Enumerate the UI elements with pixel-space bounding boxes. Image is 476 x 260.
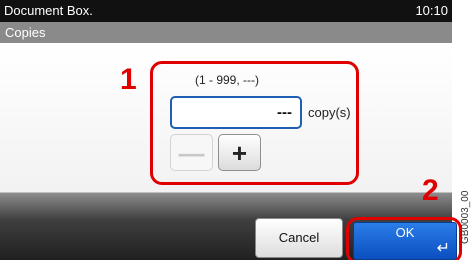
decrement-button[interactable]: — <box>170 134 213 171</box>
cancel-button[interactable]: Cancel <box>255 218 343 258</box>
range-hint: (1 - 999, ---) <box>195 73 260 87</box>
figure-code: GB0003_00 <box>460 190 471 244</box>
copies-value: --- <box>277 104 292 121</box>
plus-icon: + <box>231 138 248 168</box>
cancel-label: Cancel <box>278 230 320 245</box>
callout-number-1: 1 <box>120 63 137 96</box>
clock: 10:10 <box>415 3 448 18</box>
ok-button[interactable]: OK ↵ <box>353 222 457 260</box>
subheader-bar: Copies <box>0 22 452 43</box>
enter-icon: ↵ <box>436 240 450 257</box>
ok-label: OK <box>395 225 415 240</box>
unit-label: copy(s) <box>308 105 351 120</box>
copies-input[interactable]: --- <box>170 96 302 129</box>
callout-number-2: 2 <box>422 174 439 207</box>
subheader-title: Copies <box>5 25 46 40</box>
increment-button[interactable]: + <box>218 134 261 171</box>
minus-icon: — <box>178 138 205 168</box>
status-bar: Document Box. 10:10 <box>0 0 452 22</box>
screen-title: Document Box. <box>4 3 93 18</box>
